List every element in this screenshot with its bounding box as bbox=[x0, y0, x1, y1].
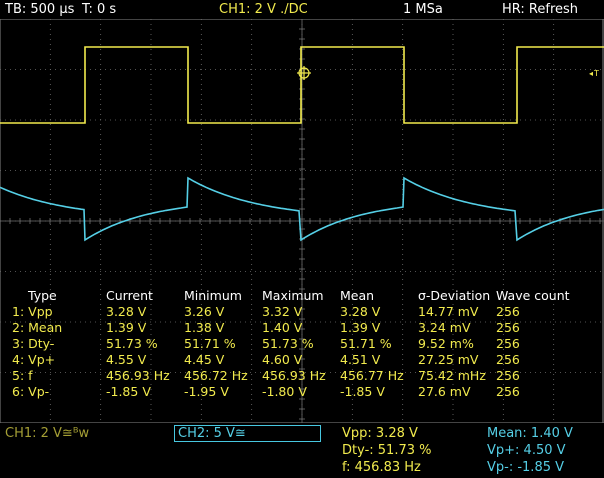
meas-current: -1.85 V bbox=[106, 384, 151, 399]
meas-minimum: 3.26 V bbox=[184, 304, 225, 319]
meas-current: 3.28 V bbox=[106, 304, 147, 319]
quick-meas-vp-minus: Vp-: -1.85 V bbox=[487, 460, 565, 475]
ch2-channel-label: CH2: 5 V≅ bbox=[178, 426, 246, 441]
meas-count: 256 bbox=[496, 384, 520, 399]
meas-maximum: 456.93 Hz bbox=[262, 368, 326, 383]
measurement-row[interactable]: 2: Mean 1.39 V 1.38 V 1.40 V 1.39 V 3.24… bbox=[0, 320, 604, 336]
measurement-row[interactable]: 3: Dty- 51.73 % 51.71 % 51.73 % 51.71 % … bbox=[0, 336, 604, 352]
meas-type: 5: f bbox=[12, 368, 33, 383]
meas-current: 1.39 V bbox=[106, 320, 147, 335]
measurement-row[interactable]: 5: f 456.93 Hz 456.72 Hz 456.93 Hz 456.7… bbox=[0, 368, 604, 384]
meas-mean: 3.28 V bbox=[340, 304, 381, 319]
trigger-time-readout[interactable]: T: 0 s bbox=[82, 2, 116, 17]
col-current-header: Current bbox=[106, 288, 153, 303]
meas-sigma: 75.42 mHz bbox=[418, 368, 486, 383]
meas-sigma: 3.24 mV bbox=[418, 320, 471, 335]
trigger-level-label: T bbox=[593, 69, 599, 78]
meas-minimum: 1.38 V bbox=[184, 320, 225, 335]
meas-current: 456.93 Hz bbox=[106, 368, 170, 383]
col-type-header: Type bbox=[28, 288, 57, 303]
meas-mean: 456.77 Hz bbox=[340, 368, 404, 383]
measurement-row[interactable]: 1: Vpp 3.28 V 3.26 V 3.32 V 3.28 V 14.77… bbox=[0, 304, 604, 320]
quick-meas-vpp: Vpp: 3.28 V bbox=[342, 426, 418, 441]
measurement-row[interactable]: 4: Vp+ 4.55 V 4.45 V 4.60 V 4.51 V 27.25… bbox=[0, 352, 604, 368]
meas-minimum: -1.95 V bbox=[184, 384, 229, 399]
col-mean-header: Mean bbox=[340, 288, 375, 303]
meas-maximum: -1.80 V bbox=[262, 384, 307, 399]
status-bar: TB: 500 µs T: 0 s CH1: 2 V ./DC 1 MSa HR… bbox=[0, 0, 604, 19]
meas-sigma: 27.25 mV bbox=[418, 352, 479, 367]
meas-mean: -1.85 V bbox=[340, 384, 385, 399]
col-count-header: Wave count bbox=[496, 288, 570, 303]
quick-meas-freq: f: 456.83 Hz bbox=[342, 460, 421, 475]
col-minimum-header: Minimum bbox=[184, 288, 242, 303]
meas-current: 51.73 % bbox=[106, 336, 158, 351]
meas-count: 256 bbox=[496, 352, 520, 367]
col-sigma-header: σ-Deviation bbox=[418, 288, 491, 303]
meas-type: 2: Mean bbox=[12, 320, 63, 335]
col-maximum-header: Maximum bbox=[262, 288, 324, 303]
meas-minimum: 4.45 V bbox=[184, 352, 225, 367]
ch1-setting-readout[interactable]: CH1: 2 V ./DC bbox=[219, 2, 308, 17]
meas-count: 256 bbox=[496, 336, 520, 351]
trigger-position-marker[interactable] bbox=[297, 66, 311, 80]
meas-sigma: 27.6 mV bbox=[418, 384, 471, 399]
hr-mode-readout[interactable]: HR: Refresh bbox=[502, 2, 578, 17]
meas-count: 256 bbox=[496, 320, 520, 335]
meas-type: 4: Vp+ bbox=[12, 352, 56, 367]
meas-maximum: 4.60 V bbox=[262, 352, 303, 367]
meas-mean: 51.71 % bbox=[340, 336, 392, 351]
meas-sigma: 9.52 m% bbox=[418, 336, 474, 351]
ch2-channel-button[interactable]: CH2: 5 V≅ bbox=[174, 425, 321, 442]
meas-count: 256 bbox=[496, 304, 520, 319]
meas-mean: 4.51 V bbox=[340, 352, 381, 367]
timebase-readout[interactable]: TB: 500 µs bbox=[5, 2, 74, 17]
meas-type: 1: Vpp bbox=[12, 304, 53, 319]
meas-maximum: 1.40 V bbox=[262, 320, 303, 335]
quick-meas-mean: Mean: 1.40 V bbox=[487, 426, 573, 441]
quick-meas-dty: Dty-: 51.73 % bbox=[342, 443, 432, 458]
meas-type: 3: Dty- bbox=[12, 336, 55, 351]
meas-current: 4.55 V bbox=[106, 352, 147, 367]
measurement-header-row: Type Current Minimum Maximum Mean σ-Devi… bbox=[0, 288, 604, 304]
sample-rate-readout[interactable]: 1 MSa bbox=[403, 2, 443, 17]
meas-minimum: 51.71 % bbox=[184, 336, 236, 351]
quick-meas-vp-plus: Vp+: 4.50 V bbox=[487, 443, 566, 458]
meas-mean: 1.39 V bbox=[340, 320, 381, 335]
meas-maximum: 51.73 % bbox=[262, 336, 314, 351]
trigger-level-arrow-icon: ◂ bbox=[589, 69, 593, 78]
meas-count: 256 bbox=[496, 368, 520, 383]
meas-type: 6: Vp- bbox=[12, 384, 50, 399]
bottom-status-bar: CH1: 2 V≅ᴮᴡ CH2: 5 V≅ Vpp: 3.28 V Dty-: … bbox=[0, 423, 604, 478]
trigger-level-marker[interactable]: ◂ T bbox=[589, 69, 599, 78]
meas-maximum: 3.32 V bbox=[262, 304, 303, 319]
meas-minimum: 456.72 Hz bbox=[184, 368, 248, 383]
ch1-channel-button[interactable]: CH1: 2 V≅ᴮᴡ bbox=[5, 426, 89, 441]
measurement-row[interactable]: 6: Vp- -1.85 V -1.95 V -1.80 V -1.85 V 2… bbox=[0, 384, 604, 400]
meas-sigma: 14.77 mV bbox=[418, 304, 479, 319]
